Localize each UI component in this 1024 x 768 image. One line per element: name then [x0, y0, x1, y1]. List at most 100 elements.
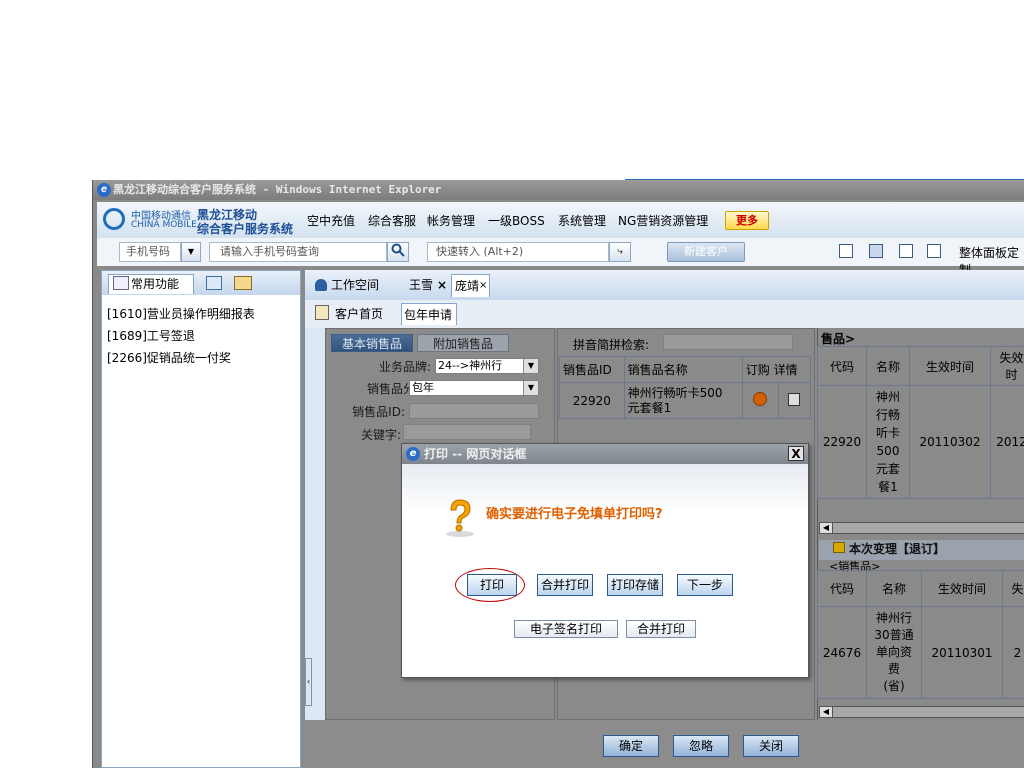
- window-icon[interactable]: [206, 276, 222, 290]
- layout-list-icon[interactable]: [869, 244, 883, 258]
- dialog-titlebar: e 打印 -- 网页对话框 X: [402, 444, 808, 464]
- search-type-select[interactable]: 手机号码: [119, 242, 181, 262]
- ignore-button[interactable]: 忽略: [673, 735, 729, 757]
- product-id-cell: 22920: [559, 382, 625, 419]
- home-page-icon: [315, 305, 329, 320]
- change-product-table: 代码 名称 生效时间 失 24676 神州行 30普通 单向资费 (省) 201103…: [817, 570, 1024, 699]
- tab-customer-2[interactable]: 庞靖×: [451, 274, 490, 297]
- name-cell: 神州行 30普通 单向资费 (省): [866, 606, 922, 699]
- folder-icon: [833, 542, 845, 553]
- tab-workspace[interactable]: 工作空间: [315, 274, 379, 296]
- table-header: 名称: [866, 570, 922, 607]
- function-item[interactable]: [1689]工号签退: [107, 327, 195, 344]
- tab-package-apply[interactable]: 包年申请×: [401, 303, 457, 342]
- chevron-down-icon[interactable]: ▼: [181, 242, 201, 262]
- product-table-header: 销售品名称: [623, 356, 743, 383]
- system-name-line2: 综合客户服务系统: [197, 222, 294, 236]
- confirm-button[interactable]: 确定: [603, 735, 659, 757]
- close-icon[interactable]: ×: [479, 280, 487, 291]
- close-button[interactable]: 关闭: [743, 735, 799, 757]
- close-icon[interactable]: X: [788, 446, 804, 461]
- product-id-input[interactable]: [409, 403, 539, 419]
- jump-go-icon[interactable]: ⤷: [609, 242, 631, 262]
- menu-item-system[interactable]: 系统管理: [558, 212, 606, 229]
- menu-item-boss[interactable]: 一级BOSS: [488, 212, 545, 229]
- product-table-header: 销售品ID: [559, 356, 625, 383]
- end-date-cell: 2012: [990, 385, 1024, 499]
- order-cell: [741, 382, 779, 419]
- brand-label: 业务品牌:: [378, 360, 431, 374]
- common-functions-tab[interactable]: 常用功能: [108, 274, 194, 294]
- question-icon: [442, 496, 478, 538]
- collapse-left-handle[interactable]: ‹: [305, 658, 312, 706]
- pinyin-search-input[interactable]: [663, 334, 793, 350]
- table-header: 生效时间: [909, 346, 991, 386]
- horizontal-scrollbar[interactable]: ◀: [819, 522, 1024, 534]
- end-date-cell: 2: [1002, 606, 1024, 699]
- order-icon[interactable]: [753, 392, 768, 406]
- name-cell: 神州 行畅 听卡 500 元套 餐1: [866, 385, 910, 499]
- detail-icon[interactable]: [788, 392, 801, 406]
- merge-print-button[interactable]: 合并打印: [537, 574, 593, 596]
- pinyin-search-label: 拼音简拼检索:: [573, 338, 650, 352]
- layout-split-icon[interactable]: [899, 244, 913, 258]
- china-mobile-logo: 中国移动通信 CHINA MOBILE 黑龙江移动 综合客户服务系统: [101, 205, 297, 236]
- product-table: 销售品ID 销售品名称 订购 详情 22920 神州行畅听卡500 元套餐1: [559, 356, 812, 419]
- table-row: 24676 神州行 30普通 单向资费 (省) 20110301 2: [817, 606, 1024, 699]
- tab-customer-1[interactable]: 王雪 ×: [409, 274, 447, 296]
- close-icon[interactable]: ×: [437, 278, 447, 292]
- table-row: 22920 神州 行畅 听卡 500 元套 餐1 20110302 2012: [817, 385, 1024, 499]
- quick-jump-input[interactable]: 快速转入 (Alt+2): [427, 242, 609, 262]
- keyword-input[interactable]: [403, 424, 531, 440]
- start-date-cell: 20110301: [921, 606, 1003, 699]
- table-row[interactable]: 22920 神州行畅听卡500 元套餐1: [559, 382, 812, 419]
- merge-print-button-2[interactable]: 合并打印: [626, 620, 696, 638]
- function-item[interactable]: [1610]营业员操作明细报表: [107, 305, 255, 322]
- layout-top-icon[interactable]: [927, 244, 941, 258]
- menu-item-service[interactable]: 综合客服: [368, 212, 416, 229]
- table-header: 生效时间: [921, 570, 1003, 607]
- layout-single-icon[interactable]: [839, 244, 853, 258]
- new-customer-button[interactable]: 新建客户: [667, 242, 745, 262]
- bottom-action-bar: [305, 720, 1024, 768]
- menu-item-recharge[interactable]: 空中充值: [307, 212, 355, 229]
- brand-select[interactable]: 24-->神州行 ▼: [435, 358, 539, 374]
- scroll-left-icon[interactable]: ◀: [820, 707, 833, 717]
- search-toolbar: 手机号码 ▼ 请输入手机号码查询 快速转入 (Alt+2) ⤷ 新建客户 整体面…: [97, 238, 1024, 277]
- ie-icon: e: [406, 447, 420, 461]
- search-icon[interactable]: [387, 242, 409, 262]
- print-save-button[interactable]: 打印存储: [607, 574, 663, 596]
- next-step-button[interactable]: 下一步: [677, 574, 733, 596]
- keyword-label: 关键字:: [360, 428, 401, 442]
- more-menu-button[interactable]: 更多: [725, 211, 769, 230]
- table-header: 失效时: [990, 346, 1024, 386]
- ie-icon: e: [97, 183, 111, 197]
- chevron-down-icon: ▼: [523, 359, 538, 373]
- change-section-header: 本次变理【退订】: [819, 540, 1024, 560]
- selected-products-title: 售品>: [821, 332, 856, 346]
- table-header: 失: [1002, 570, 1024, 607]
- e-signature-print-button[interactable]: 电子签名打印: [514, 620, 618, 638]
- tab-extra-product[interactable]: 附加销售品: [417, 334, 509, 352]
- menu-item-billing[interactable]: 帐务管理: [427, 212, 475, 229]
- tab-customer-home[interactable]: 客户首页: [315, 304, 383, 324]
- print-button[interactable]: 打印: [467, 574, 517, 596]
- category-select[interactable]: 包年 ▼: [409, 380, 539, 396]
- logo-mark-icon: [103, 208, 125, 230]
- selected-product-table: 代码 名称 生效时间 失效时 22920 神州 行畅 听卡 500 元套 餐1 20110…: [817, 346, 1024, 499]
- function-item[interactable]: [2266]促销品统一付奖: [107, 349, 231, 366]
- table-header: 代码: [817, 346, 867, 386]
- horizontal-scrollbar[interactable]: ◀: [819, 706, 1024, 718]
- product-id-label: 销售品ID:: [352, 405, 405, 419]
- functions-icon: [113, 276, 129, 290]
- phone-search-input[interactable]: 请输入手机号码查询: [209, 242, 387, 262]
- user-icon: [315, 279, 327, 291]
- tab-basic-product[interactable]: 基本销售品: [331, 334, 413, 352]
- print-icon[interactable]: [234, 276, 252, 290]
- left-panel-header: 常用功能: [102, 271, 300, 295]
- menu-item-ng-resource[interactable]: NG营销资源管理: [618, 212, 708, 229]
- scroll-left-icon[interactable]: ◀: [820, 523, 833, 533]
- code-cell: 24676: [817, 606, 867, 699]
- print-dialog: e 打印 -- 网页对话框 X 确实要进行电子免填单打印吗? 打印 合并打印 打…: [401, 443, 809, 678]
- dialog-message: 确实要进行电子免填单打印吗?: [486, 507, 663, 522]
